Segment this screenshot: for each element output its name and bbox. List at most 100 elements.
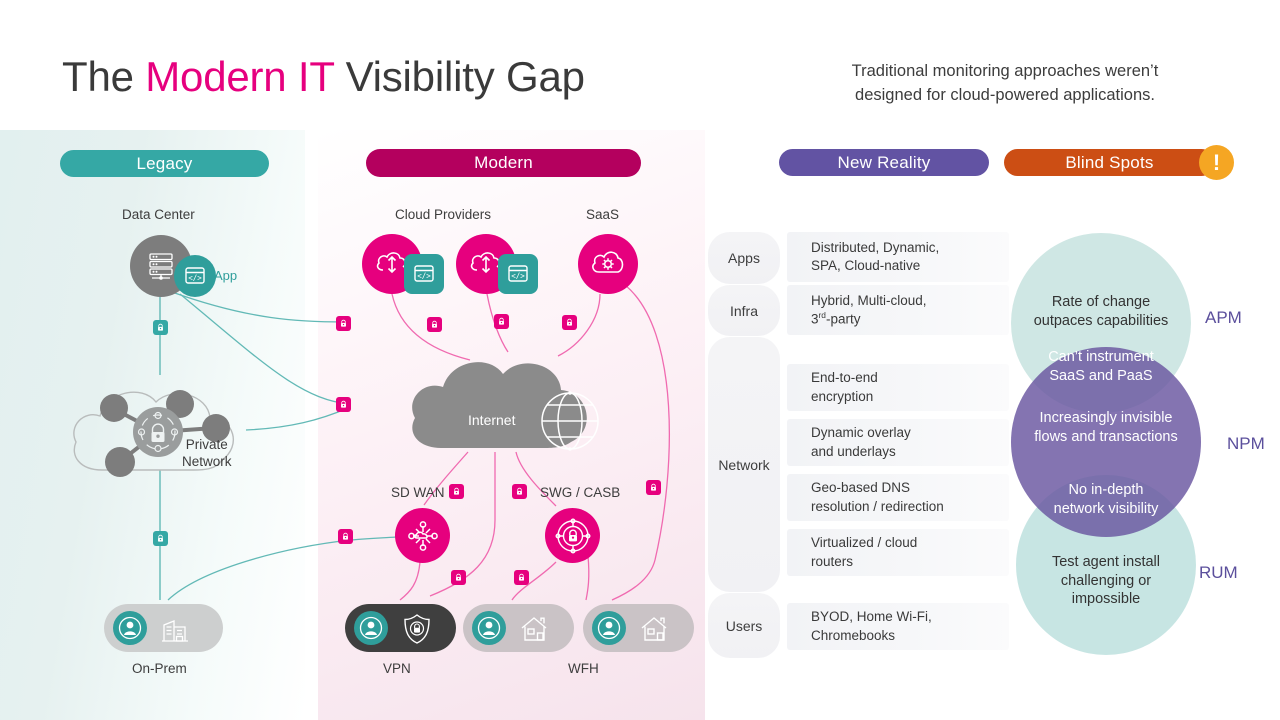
lock-icon [449, 484, 464, 499]
venn-label-npm: NPM [1227, 434, 1265, 453]
pill-blind-spots[interactable]: Blind Spots [1004, 149, 1215, 176]
table-row: Virtualized / cloud routers [787, 529, 1009, 576]
venn-label-apm: APM [1205, 308, 1242, 327]
private-network-cloud-icon [73, 390, 234, 477]
venn-overlap-apm-npm-line-2: SaaS and PaaS [1049, 367, 1153, 384]
saas-icon [578, 234, 638, 294]
venn-npm-line-2: flows and transactions [1034, 429, 1178, 445]
row-line-2: resolution / redirection [811, 498, 944, 514]
venn-rum-line-1: Test agent install [1051, 554, 1160, 571]
lock-icon [512, 484, 527, 499]
app-code-icon: </> [174, 255, 216, 297]
home-icon [519, 615, 551, 648]
sd-wan-label: SD WAN [391, 485, 445, 500]
lock-icon [562, 315, 577, 330]
category-apps: Apps [708, 232, 780, 284]
row-line-1: Geo-based DNS [811, 480, 911, 496]
warning-icon: ! [1199, 145, 1234, 180]
svg-text:</>: </> [417, 272, 431, 281]
venn-overlap-npm-rum-line-1: No in-depth [1068, 482, 1144, 498]
table-row: Geo-based DNS resolution / redirection [787, 474, 1009, 521]
table-row: Hybrid, Multi-cloud, 3rd-party [787, 285, 1009, 335]
lock-icon [646, 480, 661, 495]
svg-text:</>: </> [188, 274, 202, 283]
lock-icon [514, 570, 529, 585]
pill-legacy[interactable]: Legacy [60, 150, 269, 177]
shield-lock-icon [402, 613, 432, 650]
app-code-icon: </> [498, 254, 538, 294]
app-code-icon: </> [404, 254, 444, 294]
row-line-1: End-to-end [811, 370, 878, 386]
pill-modern[interactable]: Modern [366, 149, 641, 177]
venn-rum-line-3: impossible [1071, 591, 1141, 608]
vpn-node [345, 604, 456, 652]
row-line-2: encryption [811, 388, 874, 404]
category-infra-label: Infra [729, 302, 758, 319]
row-line-2: Chromebooks [811, 627, 896, 643]
data-center-label: Data Center [122, 207, 195, 222]
category-apps-label: Apps [728, 250, 760, 266]
pill-modern-label: Modern [474, 153, 533, 172]
swg-casb-icon [545, 508, 600, 563]
lock-icon [427, 317, 442, 332]
row-line-1: BYOD, Home Wi-Fi, [811, 609, 932, 625]
row-line-2: routers [811, 553, 854, 569]
venn-apm-line-2: outpaces capabilities [1033, 313, 1169, 329]
table-row: Distributed, Dynamic, SPA, Cloud-native [787, 232, 1009, 282]
row-line-1: Hybrid, Multi-cloud, [811, 292, 927, 308]
svg-text:</>: </> [511, 272, 525, 281]
row-line-1: Distributed, Dynamic, [811, 239, 940, 255]
user-icon [592, 611, 626, 645]
category-users-label: Users [725, 617, 763, 634]
private-network-label: Private Network [182, 437, 232, 471]
lock-icon [338, 529, 353, 544]
pill-new-reality[interactable]: New Reality [779, 149, 989, 176]
vpn-label: VPN [383, 661, 411, 676]
private-network-line-2: Network [182, 453, 232, 469]
on-prem-label: On-Prem [132, 661, 187, 676]
category-network: Network [708, 337, 780, 592]
lock-icon [153, 320, 168, 335]
home-icon [639, 615, 671, 648]
pill-blind-spots-label: Blind Spots [1065, 152, 1154, 172]
swg-casb-label: SWG / CASB [540, 485, 621, 500]
venn-overlap-npm-rum: No in-depth network visibility [1021, 481, 1191, 518]
on-prem-node [104, 604, 223, 652]
table-row: End-to-end encryption [787, 364, 1009, 411]
pill-new-reality-label: New Reality [837, 152, 931, 172]
app-label: App [214, 268, 238, 283]
saas-label: SaaS [586, 207, 620, 222]
row-line-1: Dynamic overlay [811, 425, 911, 441]
venn-npm-line-1: Increasingly invisible [1039, 410, 1173, 427]
row-line-1: Virtualized / cloud [811, 535, 918, 551]
row-line-2: SPA, Cloud-native [811, 258, 921, 273]
table-row: BYOD, Home Wi-Fi, Chromebooks [787, 603, 1009, 650]
category-network-label: Network [718, 456, 770, 473]
warning-glyph: ! [1212, 149, 1221, 175]
lock-icon [336, 397, 351, 412]
wfh-label: WFH [568, 661, 599, 676]
row-line-2: 3rd-party [811, 309, 861, 327]
private-network-line-1: Private [185, 437, 228, 452]
cloud-providers-label: Cloud Providers [395, 207, 492, 222]
ordinal-suffix: rd [818, 309, 826, 320]
slide-canvas: The Modern IT Visibility Gap Traditional… [0, 0, 1280, 720]
internet-label: Internet [468, 412, 516, 428]
sd-wan-icon [395, 508, 450, 563]
user-icon [472, 611, 506, 645]
table-row: Dynamic overlay and underlays [787, 419, 1009, 466]
venn-overlap-apm-npm: Can’t instrument SaaS and PaaS [1016, 348, 1186, 385]
row-line-2: and underlays [811, 443, 896, 459]
venn-apm-line-1: Rate of change [1051, 294, 1151, 311]
lock-icon [336, 316, 351, 331]
category-infra: Infra [708, 285, 780, 336]
venn-rum-line-2: challenging or [1060, 572, 1152, 589]
category-users: Users [708, 593, 780, 658]
wfh-node [583, 604, 694, 652]
venn-overlap-apm-npm-line-1: Can’t instrument [1048, 349, 1154, 365]
pill-legacy-label: Legacy [136, 153, 193, 173]
lock-icon [451, 570, 466, 585]
user-icon [113, 611, 147, 645]
building-icon [160, 614, 190, 649]
lock-icon [153, 531, 168, 546]
